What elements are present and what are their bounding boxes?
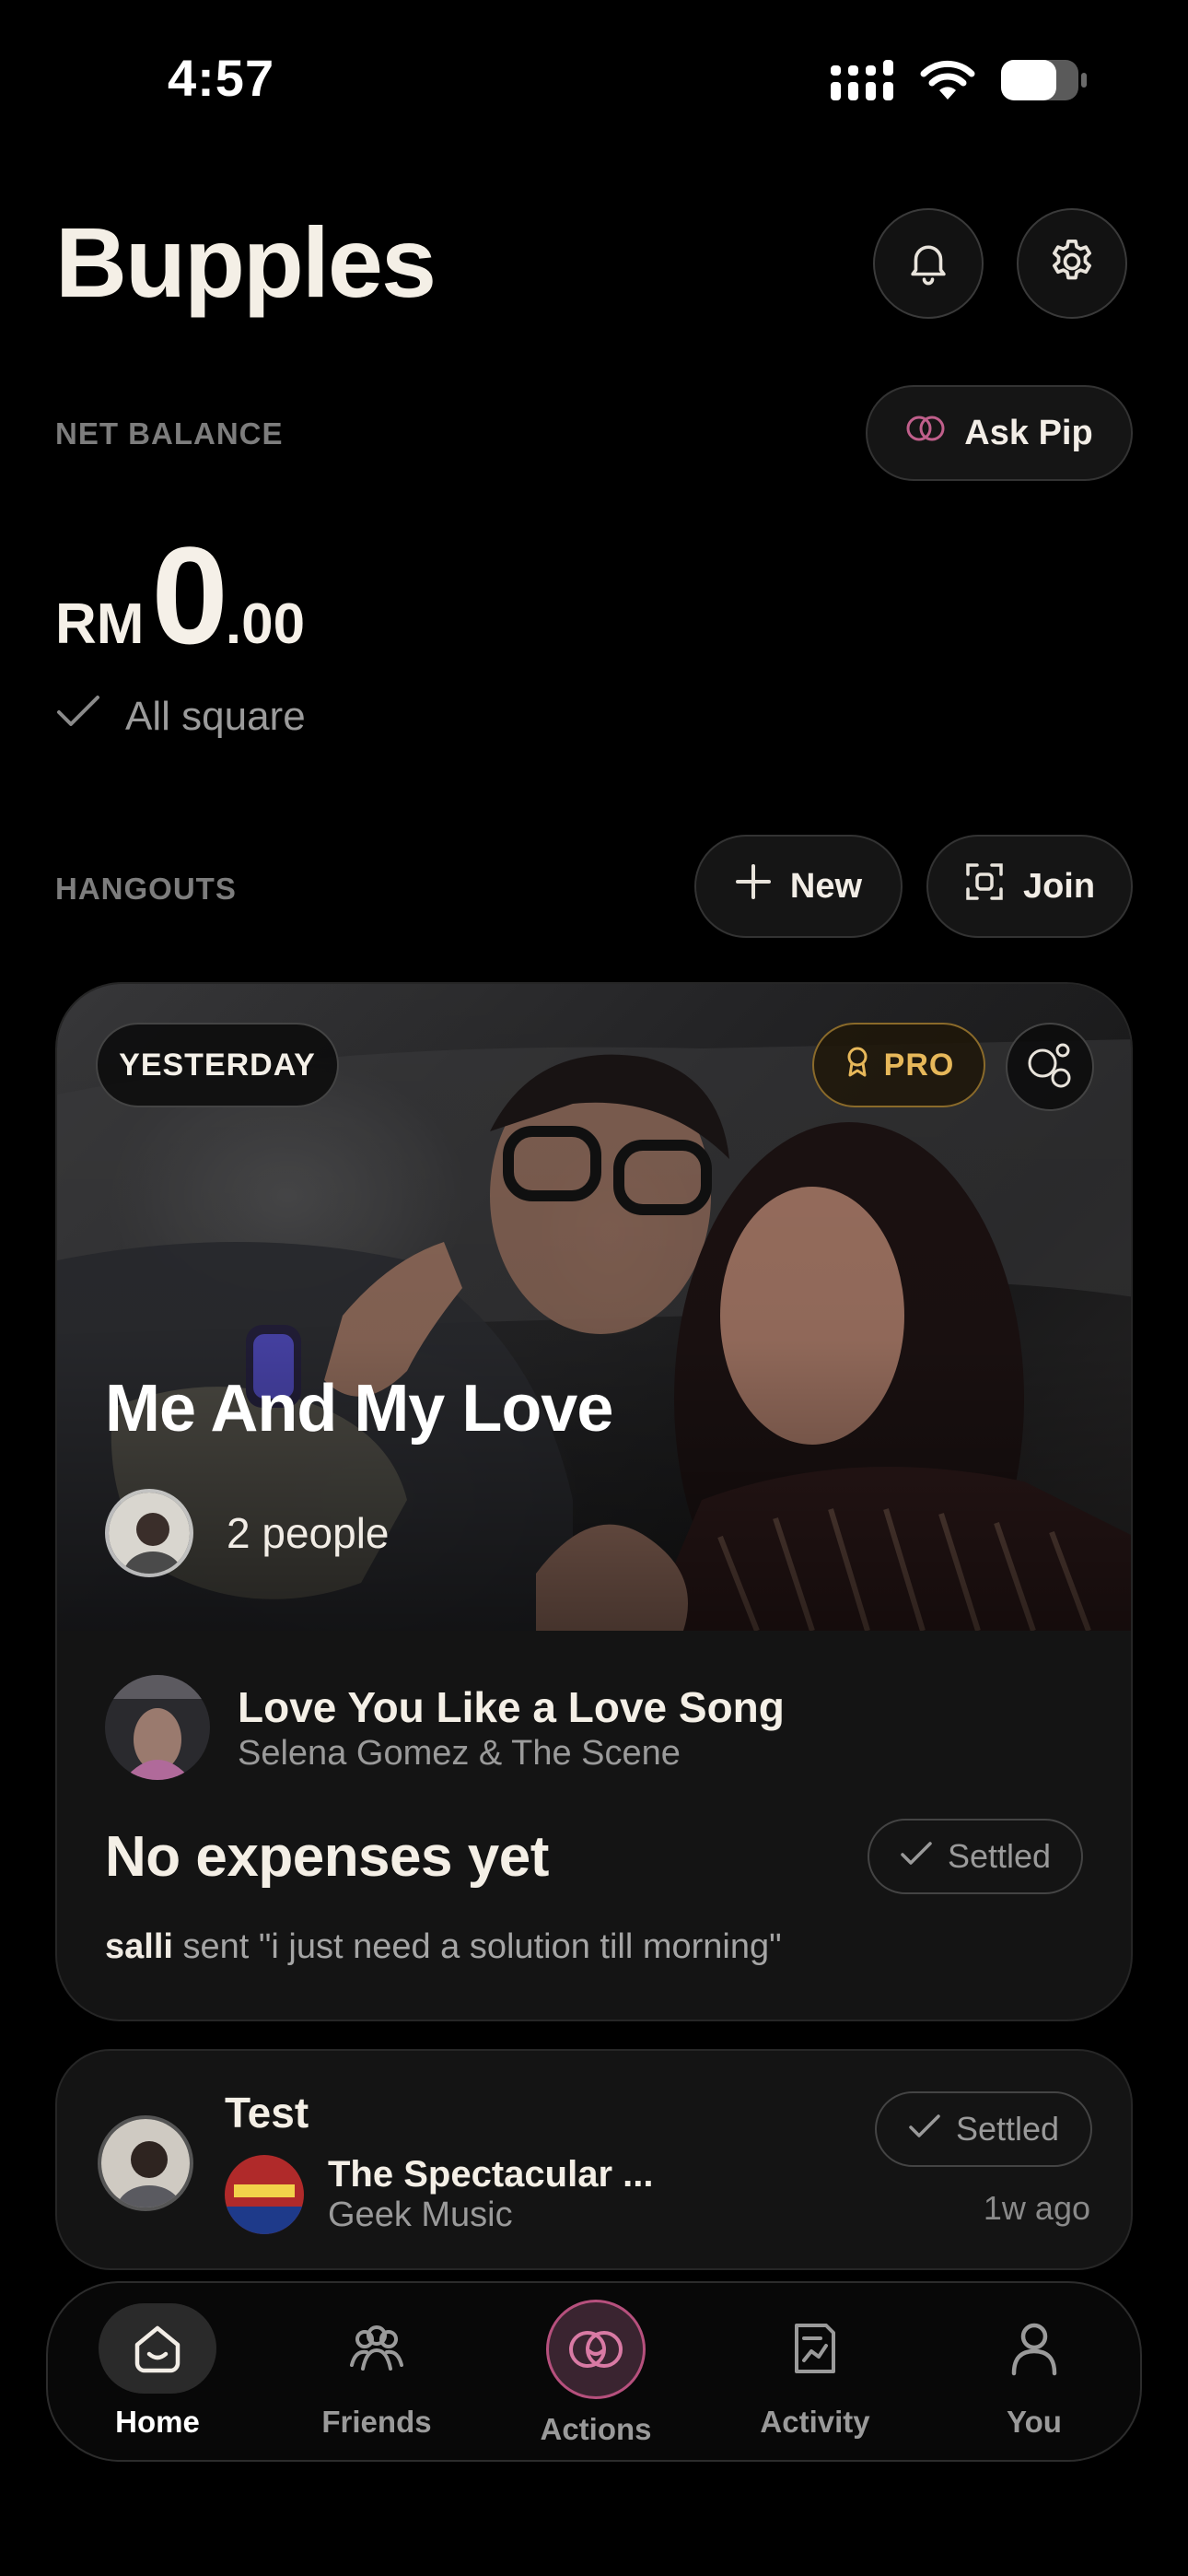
date-tag: YESTERDAY [96, 1023, 339, 1107]
join-hangout-button[interactable]: Join [926, 835, 1133, 938]
ask-pip-label: Ask Pip [964, 413, 1093, 452]
song-artist: Geek Music [328, 2195, 513, 2234]
battery-icon [1000, 59, 1089, 106]
check-icon [55, 693, 101, 740]
ask-pip-button[interactable]: Ask Pip [866, 385, 1133, 481]
gear-icon [1046, 236, 1098, 292]
avatar [98, 2115, 193, 2211]
last-message: salli sent "i just need a solution till … [105, 1927, 782, 1967]
balance-integer: 0 [151, 518, 227, 673]
last-message-text: sent "i just need a solution till mornin… [172, 1927, 782, 1966]
balance-status: All square [55, 693, 306, 740]
settled-badge: Settled [875, 2091, 1092, 2167]
status-bar: 4:57 [0, 0, 1188, 157]
profile-icon [975, 2303, 1093, 2394]
check-icon [908, 2110, 941, 2149]
balance-status-text: All square [125, 693, 306, 739]
net-balance-amount: RM 0 .00 [55, 516, 305, 675]
song-artist: Selena Gomez & The Scene [238, 1733, 681, 1773]
tab-label: Activity [760, 2405, 870, 2439]
settled-label: Settled [955, 2110, 1060, 2148]
award-icon [844, 1046, 871, 1085]
tab-bar: Home Friends Actions Activity You [46, 2281, 1142, 2462]
settings-button[interactable] [1017, 208, 1127, 319]
tab-home[interactable]: Home [65, 2283, 250, 2464]
check-icon [900, 1837, 933, 1876]
app-title: Bupples [55, 206, 437, 318]
home-icon [99, 2303, 216, 2394]
status-time: 4:57 [168, 49, 275, 107]
tab-label: Actions [540, 2412, 652, 2446]
pip-icon [905, 413, 946, 453]
signal-icon [831, 60, 895, 105]
tab-you[interactable]: You [942, 2283, 1126, 2464]
scan-icon [964, 861, 1005, 911]
tab-actions[interactable]: Actions [504, 2283, 688, 2464]
activity-icon [756, 2303, 874, 2394]
bubbles-button[interactable] [1006, 1023, 1094, 1111]
new-hangout-button[interactable]: New [694, 835, 903, 938]
plus-icon [735, 863, 772, 909]
song-title: The Spectacular ... [328, 2154, 654, 2195]
balance-currency: RM [55, 592, 145, 656]
people-count: 2 people [227, 1509, 390, 1557]
hangout-members[interactable]: 2 people [105, 1489, 390, 1577]
tab-label: Home [115, 2405, 200, 2439]
join-label: Join [1022, 866, 1096, 906]
avatar [105, 1489, 193, 1577]
settled-badge: Settled [868, 1819, 1083, 1894]
song-title: Love You Like a Love Song [238, 1682, 785, 1731]
bubbles-icon [1024, 1039, 1076, 1095]
now-playing-song[interactable]: Love You Like a Love Song Selena Gomez &… [105, 1675, 785, 1780]
song-info: Love You Like a Love Song Selena Gomez &… [238, 1682, 785, 1774]
album-art [105, 1675, 210, 1780]
tab-friends[interactable]: Friends [285, 2283, 469, 2464]
tab-label: You [1007, 2405, 1062, 2439]
pro-label: PRO [883, 1047, 955, 1083]
new-label: New [789, 866, 863, 906]
now-playing-song[interactable]: The Spectacular ... Geek Music [225, 2154, 653, 2235]
song-info: The Spectacular ... Geek Music [328, 2154, 653, 2235]
time-ago: 1w ago [983, 2189, 1090, 2227]
notifications-button[interactable] [873, 208, 984, 319]
tab-label: Friends [321, 2405, 432, 2439]
expenses-summary: No expenses yet [105, 1825, 549, 1889]
hangouts-label: HANGOUTS [55, 872, 237, 906]
hangout-cover-photo: YESTERDAY PRO Me And My Love 2 people [57, 984, 1131, 1631]
settled-label: Settled [947, 1837, 1052, 1875]
hangout-title: Test [225, 2089, 309, 2137]
hangout-card[interactable]: YESTERDAY PRO Me And My Love 2 people Lo… [55, 982, 1133, 2021]
tab-activity[interactable]: Activity [723, 2283, 907, 2464]
album-art [225, 2155, 304, 2234]
wifi-icon [919, 59, 976, 106]
hangout-card[interactable]: Test The Spectacular ... Geek Music Sett… [55, 2049, 1133, 2270]
bell-icon [903, 237, 953, 291]
actions-icon [546, 2300, 646, 2399]
last-message-sender: salli [105, 1927, 173, 1966]
status-icons [831, 59, 1089, 106]
balance-decimal: .00 [225, 592, 306, 656]
friends-icon [318, 2303, 436, 2394]
pro-badge: PRO [812, 1023, 985, 1107]
hangout-title: Me And My Love [105, 1372, 613, 1446]
net-balance-label: NET BALANCE [55, 416, 284, 451]
